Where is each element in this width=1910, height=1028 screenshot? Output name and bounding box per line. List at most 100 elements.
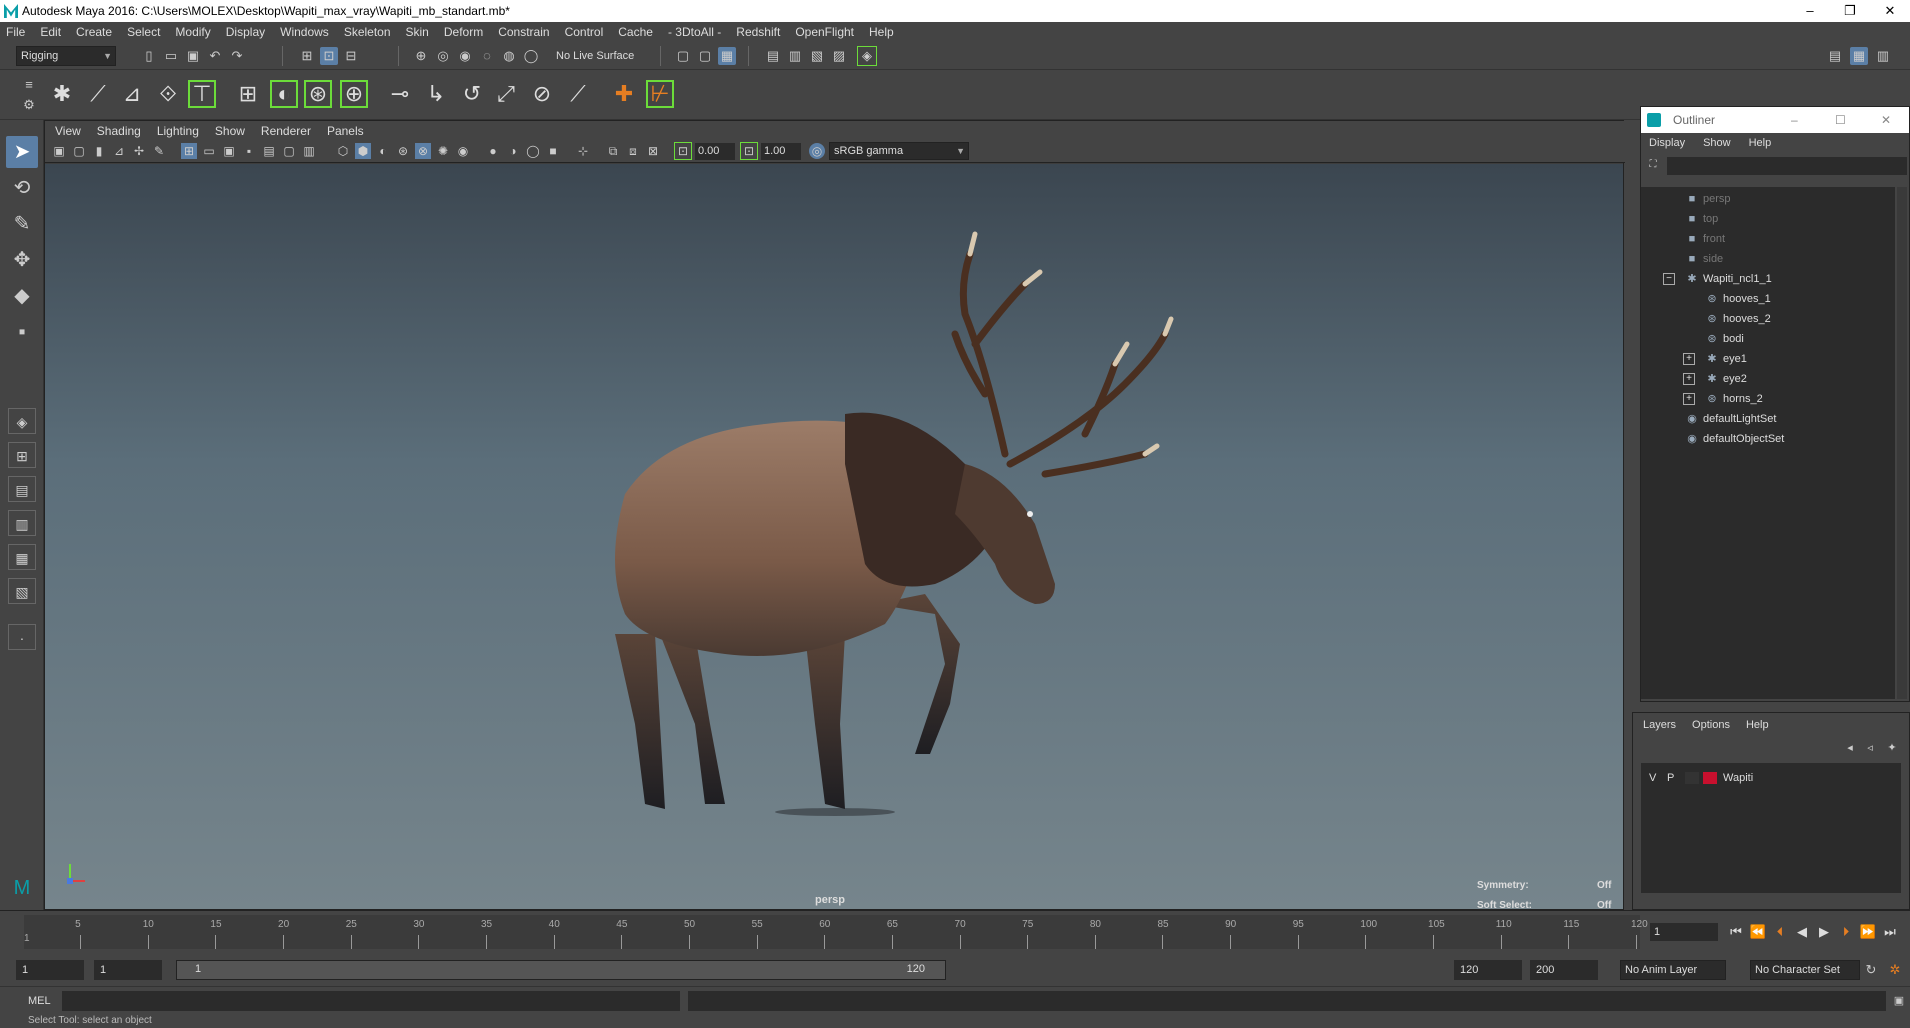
cluster-icon[interactable]: ◐ (268, 78, 300, 110)
command-input[interactable] (62, 991, 680, 1011)
tree-item-eye1[interactable]: ✱ eye1 (1705, 349, 1746, 369)
perspective-viewport[interactable]: View Shading Lighting Show Renderer Pane… (44, 120, 1625, 911)
outliner-tree[interactable]: ■ persp ■ top ■ front ■ side − ✱ Wapiti_ncl1_… (1641, 187, 1895, 699)
script-editor-icon[interactable]: ▣ (1890, 992, 1908, 1010)
outliner-menu-display[interactable]: Display (1649, 137, 1685, 149)
outliner-maximize-button[interactable]: ☐ (1835, 107, 1846, 133)
minimize-button[interactable]: – (1790, 0, 1830, 22)
viewport-scene[interactable]: persp Symmetry: Off Soft Select: Off (45, 164, 1623, 911)
layer-menu-help[interactable]: Help (1746, 719, 1769, 731)
tree-item-front[interactable]: ■ front (1685, 229, 1725, 249)
outliner-minimize-button[interactable]: – (1791, 107, 1798, 133)
scene-start-field[interactable]: 1 (16, 960, 84, 980)
menu-constrain[interactable]: Constrain (498, 25, 549, 39)
orient-constraint-icon[interactable]: ↺ (456, 78, 488, 110)
menu-file[interactable]: File (6, 25, 25, 39)
shelf-settings-icon[interactable]: ⚙ (20, 96, 38, 114)
tree-item-default-object-set[interactable]: ◉ defaultObjectSet (1685, 429, 1784, 449)
menu-skin[interactable]: Skin (406, 25, 429, 39)
play-backwards-icon[interactable]: ◀ (1792, 923, 1812, 941)
workspace-icon[interactable]: ▤ (1826, 47, 1844, 65)
menu-control[interactable]: Control (565, 25, 604, 39)
bind-skin-icon[interactable]: ⊤ (186, 78, 218, 110)
expand-icon[interactable]: + (1683, 373, 1695, 385)
lasso-tool-icon[interactable]: ⟲ (6, 172, 38, 204)
play-forwards-icon[interactable]: ▶ (1814, 923, 1834, 941)
time-slider[interactable]: 1 5 10 15 20 25 30 35 40 45 50 55 60 65 70 75 80 85 90 95 10… (0, 910, 1910, 952)
move-layer-down-icon[interactable]: ◃ (1861, 739, 1879, 757)
wireframe-icon[interactable]: ⬡ (335, 143, 351, 159)
playback-end-field[interactable]: 120 (1454, 960, 1522, 980)
menu-cache[interactable]: Cache (618, 25, 653, 39)
hypershade-icon[interactable]: ◈ (857, 46, 877, 66)
rig-control-icon[interactable]: ⊬ (644, 78, 676, 110)
snap-grid-icon[interactable]: ⊕ (412, 47, 430, 65)
outliner-close-button[interactable]: ✕ (1881, 107, 1891, 133)
menu-set-dropdown[interactable]: Rigging ▼ (16, 46, 116, 66)
persp-graph-layout-icon[interactable]: ▥ (8, 510, 36, 536)
shelf-menu-icon[interactable]: ≡ (20, 76, 38, 94)
multisample-aa-icon[interactable]: ◑ (505, 143, 521, 159)
filter-icon[interactable]: ⛶ (1645, 157, 1661, 173)
outliner-layout-icon[interactable]: ▧ (8, 578, 36, 604)
vp-menu-shading[interactable]: Shading (97, 124, 141, 138)
menu-skeleton[interactable]: Skeleton (344, 25, 391, 39)
exposure-field[interactable]: 0.00 (695, 143, 735, 160)
move-layer-up-icon[interactable]: ◂ (1841, 739, 1859, 757)
vp-menu-view[interactable]: View (55, 124, 81, 138)
snap-live-icon[interactable]: ◯ (522, 47, 540, 65)
render-settings-icon[interactable]: ▨ (830, 47, 848, 65)
new-scene-icon[interactable]: ▯ (140, 47, 158, 65)
safe-action-icon[interactable]: ▢ (281, 143, 297, 159)
snap-curve-icon[interactable]: ◎ (434, 47, 452, 65)
layer-row-wapiti[interactable]: V P Wapiti (1641, 769, 1901, 787)
collapse-icon[interactable]: − (1663, 273, 1675, 285)
joint-tool-icon[interactable]: ✱ (46, 78, 78, 110)
exposure-icon[interactable]: ⊡ (674, 142, 692, 160)
view-transform-dropdown[interactable]: sRGB gamma ▼ (829, 142, 969, 160)
smooth-shade-icon[interactable]: ⬢ (355, 143, 371, 159)
restore-button[interactable]: ❐ (1830, 0, 1870, 22)
backface-culling-icon[interactable]: ⊠ (645, 143, 661, 159)
point-constraint-icon[interactable]: ⊸ (384, 78, 416, 110)
safe-title-icon[interactable]: ▥ (301, 143, 317, 159)
image-plane-icon[interactable]: ⊿ (111, 143, 127, 159)
outliner-scrollbar[interactable] (1897, 187, 1907, 699)
gate-mask-icon[interactable]: ▪ (241, 143, 257, 159)
ik-handle-icon[interactable]: ⟋ (82, 78, 114, 110)
menu-modify[interactable]: Modify (175, 25, 210, 39)
save-scene-icon[interactable]: ▣ (184, 47, 202, 65)
expand-icon[interactable]: + (1683, 393, 1695, 405)
vp-menu-renderer[interactable]: Renderer (261, 124, 311, 138)
2d-pan-zoom-icon[interactable]: ✢ (131, 143, 147, 159)
snap-point-icon[interactable]: ◉ (456, 47, 474, 65)
current-frame-field[interactable]: 1 (1650, 923, 1718, 941)
outliner-search-input[interactable] (1667, 157, 1907, 175)
tree-item-top[interactable]: ■ top (1685, 209, 1719, 229)
menu-openflight[interactable]: OpenFlight (795, 25, 854, 39)
color-management-icon[interactable]: ◎ (809, 143, 825, 159)
grease-pencil-icon[interactable]: ✎ (151, 143, 167, 159)
menu-edit[interactable]: Edit (40, 25, 61, 39)
open-scene-icon[interactable]: ▭ (162, 47, 180, 65)
motion-blur-icon[interactable]: ● (485, 143, 501, 159)
gamma-icon[interactable]: ⊡ (740, 142, 758, 160)
auto-key-icon[interactable]: ↻ (1862, 961, 1880, 979)
use-all-lights-icon[interactable]: ⊗ (415, 143, 431, 159)
playback-start-field[interactable]: 1 (94, 960, 162, 980)
select-hierarchy-icon[interactable]: ⊞ (298, 47, 316, 65)
menu-select[interactable]: Select (127, 25, 160, 39)
output-ops-icon[interactable]: ▢ (696, 47, 714, 65)
vp-menu-show[interactable]: Show (215, 124, 245, 138)
new-layer-icon[interactable]: ✦ (1883, 739, 1901, 757)
smooth-bind-icon[interactable]: ⊞ (232, 78, 264, 110)
persp-outliner-layout-icon[interactable]: ▤ (8, 476, 36, 502)
outliner-menu-help[interactable]: Help (1749, 137, 1772, 149)
textured-icon[interactable]: ⊛ (395, 143, 411, 159)
attribute-editor-icon[interactable]: ▥ (1874, 47, 1892, 65)
layer-visibility-toggle[interactable]: V (1649, 769, 1656, 787)
xray-components-icon[interactable]: ⧈ (625, 143, 641, 159)
select-object-icon[interactable]: ⊡ (320, 47, 338, 65)
tree-item-eye2[interactable]: ✱ eye2 (1705, 369, 1746, 389)
film-gate-icon[interactable]: ▭ (201, 143, 217, 159)
